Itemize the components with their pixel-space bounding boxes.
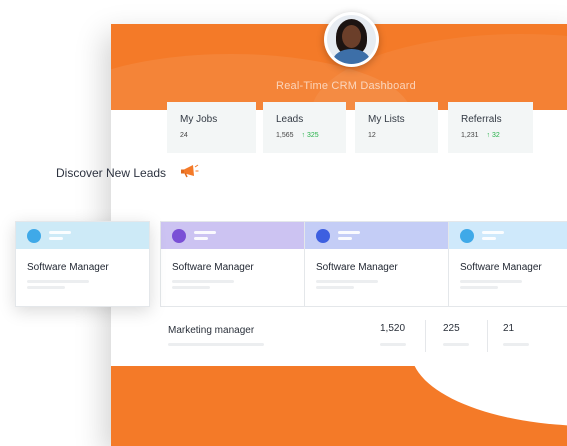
placeholder-line — [380, 343, 406, 346]
stat-delta: ↑ 325 — [301, 132, 319, 139]
placeholder-bar — [49, 231, 71, 234]
stat-card-leads[interactable]: Leads 1,565 ↑ 325 — [263, 102, 346, 153]
marketing-value: 225 — [443, 323, 460, 334]
lead-card[interactable]: Software Manager — [304, 221, 450, 307]
stat-value: 1,565 ↑ 325 — [276, 132, 319, 139]
stat-label: Leads — [276, 114, 304, 125]
lead-title: Software Manager — [316, 262, 398, 273]
placeholder-line — [172, 280, 234, 283]
placeholder-bar — [194, 231, 216, 234]
lead-card-floating[interactable]: Software Manager — [15, 221, 150, 307]
placeholder-bar — [482, 231, 504, 234]
lead-avatar-dot — [460, 229, 474, 243]
dashboard-title: Real-Time CRM Dashboard — [276, 80, 416, 92]
avatar-photo — [327, 15, 376, 64]
placeholder-bar — [338, 231, 360, 234]
lead-avatar-dot — [27, 229, 41, 243]
placeholder-line — [460, 286, 498, 289]
lead-avatar-dot — [316, 229, 330, 243]
placeholder-line — [27, 286, 65, 289]
stat-card-my-jobs[interactable]: My Jobs 24 — [167, 102, 256, 153]
placeholder-line — [443, 343, 469, 346]
lead-title: Software Manager — [460, 262, 542, 273]
lead-card[interactable]: Software Manager — [160, 221, 306, 307]
placeholder-line — [503, 343, 529, 346]
stat-label: My Lists — [368, 114, 405, 125]
placeholder-line — [316, 280, 378, 283]
placeholder-line — [168, 343, 264, 346]
divider — [487, 320, 488, 352]
stat-delta: ↑ 32 — [486, 132, 500, 139]
placeholder-bar — [338, 237, 352, 240]
stat-label: My Jobs — [180, 114, 218, 125]
stat-label: Referrals — [461, 114, 502, 125]
placeholder-bar — [482, 237, 496, 240]
lead-title: Software Manager — [172, 262, 254, 273]
stat-number: 1,565 — [276, 132, 294, 139]
crm-dashboard-illustration: Real-Time CRM Dashboard My Jobs 24 Leads… — [0, 0, 567, 446]
stat-number: 24 — [180, 132, 188, 139]
placeholder-bar — [194, 237, 208, 240]
placeholder-bar — [49, 237, 63, 240]
placeholder-line — [172, 286, 210, 289]
placeholder-line — [316, 286, 354, 289]
divider — [425, 320, 426, 352]
discover-heading: Discover New Leads — [56, 166, 167, 180]
lead-card[interactable]: Software Manager — [448, 221, 567, 307]
stat-value: 24 — [180, 132, 188, 139]
placeholder-line — [460, 280, 522, 283]
avatar-face — [342, 25, 361, 48]
stat-value: 1,231 ↑ 32 — [461, 132, 500, 139]
stat-number: 1,231 — [461, 132, 479, 139]
stat-card-my-lists[interactable]: My Lists 12 — [355, 102, 438, 153]
stat-number: 12 — [368, 132, 376, 139]
lead-avatar-dot — [172, 229, 186, 243]
marketing-label: Marketing manager — [168, 325, 255, 336]
avatar-body — [333, 49, 370, 64]
placeholder-line — [27, 280, 89, 283]
stat-card-referrals[interactable]: Referrals 1,231 ↑ 32 — [448, 102, 533, 153]
marketing-value: 21 — [503, 323, 515, 334]
marketing-value: 1,520 — [380, 323, 406, 334]
lead-title: Software Manager — [27, 262, 109, 273]
megaphone-icon — [181, 164, 199, 178]
footer-wave — [111, 366, 567, 446]
stat-value: 12 — [368, 132, 376, 139]
user-avatar[interactable] — [324, 12, 379, 67]
